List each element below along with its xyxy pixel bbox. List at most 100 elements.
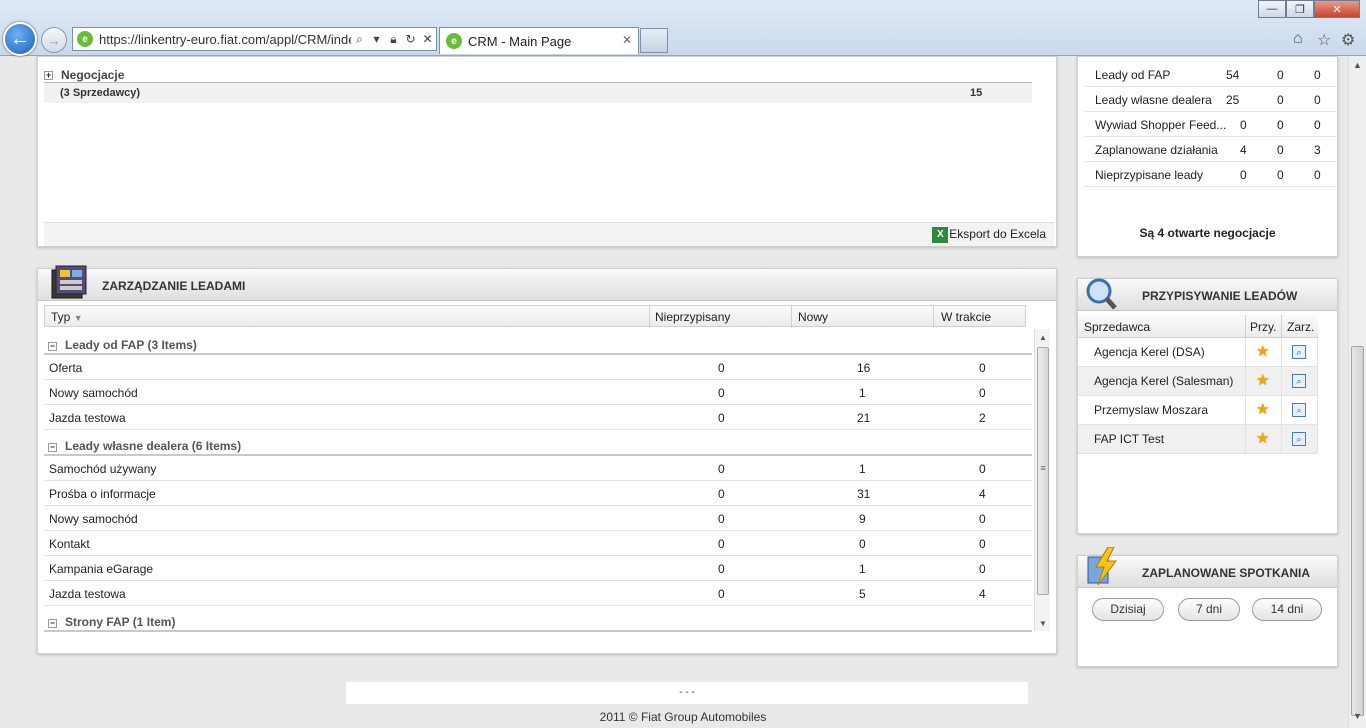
table-row[interactable]: Oferta 0 16 0 [44,355,1032,380]
leads-panel: ZARZĄDZANIE LEADAMI Typ ▼ Nieprzypisany … [37,265,1057,654]
collapse-icon[interactable]: − [48,443,57,452]
stat-row[interactable]: Wywiad Shopper Feed... 0 0 0 [1084,112,1336,137]
manage-search-icon[interactable]: ⌕ [1292,403,1306,417]
open-negotiations-text[interactable]: Są 4 otwarte negocjacje [1078,226,1337,240]
footer-separator: - - - [679,687,695,698]
seller-cell: FAP ICT Test [1078,425,1246,454]
manage-search-icon[interactable]: ⌕ [1292,374,1306,388]
stop-icon[interactable]: ✕ [419,32,436,46]
manage-cell[interactable]: ⌕ [1282,367,1318,396]
scroll-up-icon[interactable]: ▲ [1353,60,1362,70]
sort-arrow-icon: ▼ [73,313,83,323]
assign-cell[interactable]: ★ [1246,338,1282,367]
lightning-calendar-icon [1087,547,1117,586]
manage-cell[interactable]: ⌕ [1282,396,1318,425]
back-button[interactable]: ← [3,22,37,56]
manage-search-icon[interactable]: ⌕ [1292,432,1306,446]
export-bar: X Eksport do Excela [44,222,1054,246]
negotiations-panel: + Negocjacje (3 Sprzedawcy) 15 X Eksport … [37,56,1057,247]
leads-group-dealer[interactable]: − Leady własne dealera (6 Items) [44,436,1032,456]
col-assign[interactable]: Przy. [1250,320,1276,334]
leads-group-fap[interactable]: − Leady od FAP (3 Items) [44,335,1032,355]
assign-table-header: Sprzedawca Przy. Zarz. [1078,315,1318,338]
tab-crm-main[interactable]: e CRM - Main Page ✕ [439,27,639,54]
manage-cell[interactable]: ⌕ [1282,425,1318,454]
assign-star-icon[interactable]: ★ [1256,431,1270,447]
title-bar: — ❐ ✕ [0,0,1366,20]
assign-cell[interactable]: ★ [1246,367,1282,396]
arrow-right-icon: → [47,32,61,48]
page-scrollbar[interactable]: ▲ ▼ [1348,56,1366,728]
manage-search-icon[interactable]: ⌕ [1292,345,1306,359]
window-controls: — ❐ ✕ [1258,0,1360,18]
assign-star-icon[interactable]: ★ [1256,344,1270,360]
leads-table-scrollbar[interactable]: ▲ ≡ ▼ [1034,329,1050,631]
refresh-icon[interactable]: ↻ [402,32,419,46]
assign-cell[interactable]: ★ [1246,425,1282,454]
forward-button[interactable]: → [41,27,67,53]
scrollbar-thumb[interactable]: ≡ [1037,347,1049,595]
table-row[interactable]: Jazda testowa 0 21 2 [44,405,1032,430]
collapse-icon[interactable]: − [48,619,57,628]
col-unassigned[interactable]: Nieprzypisany [655,310,730,324]
meetings-panel: ZAPLANOWANE SPOTKANIA Dzisiaj 7 dni 14 d… [1077,547,1338,667]
col-in-progress[interactable]: W trakcie [941,310,991,324]
favorites-star-icon[interactable]: ☆ [1317,30,1331,50]
assign-star-icon[interactable]: ★ [1256,402,1270,418]
leads-group-fap-pages[interactable]: − Strony FAP (1 Item) [44,612,1032,632]
home-icon[interactable]: ⌂ [1293,30,1303,48]
new-tab-button[interactable] [640,28,668,53]
scrollbar-thumb[interactable] [1351,346,1364,716]
lock-icon[interactable]: 🔒︎ [385,32,402,47]
assign-star-icon[interactable]: ★ [1256,373,1270,389]
table-row[interactable]: Agencja Kerel (DSA) ★ ⌕ [1078,338,1318,367]
url-text[interactable]: https://linkentry-euro.fiat.com/appl/CRM… [99,32,351,47]
scroll-up-icon[interactable]: ▲ [1039,333,1047,342]
tab-title: CRM - Main Page [468,33,572,49]
table-row[interactable]: Nowy samochód 0 1 0 [44,380,1032,405]
gear-icon[interactable]: ⚙ [1341,30,1355,50]
negotiations-group-row[interactable]: + Negocjacje [44,68,124,82]
col-separator [649,306,650,328]
table-row[interactable]: FAP ICT Test ★ ⌕ [1078,425,1318,454]
address-bar[interactable]: e https://linkentry-euro.fiat.com/appl/C… [72,27,437,51]
table-row[interactable]: Samochód używany 0 1 0 [44,456,1032,481]
negotiations-subtotal-row: (3 Sprzedawcy) 15 [44,83,1032,103]
meetings-panel-title: ZAPLANOWANE SPOTKANIA [1142,566,1310,580]
stat-row[interactable]: Nieprzypisane leady 0 0 0 [1084,162,1336,187]
assign-panel-title: PRZYPISYWANIE LEADÓW [1142,289,1298,303]
maximize-button[interactable]: ❐ [1286,0,1314,18]
table-row[interactable]: Kontakt 0 0 0 [44,531,1032,556]
col-seller[interactable]: Sprzedawca [1084,320,1150,334]
14-days-button[interactable]: 14 dni [1252,598,1322,621]
stat-row[interactable]: Leady własne dealera 25 0 0 [1084,87,1336,112]
tab-close-icon[interactable]: ✕ [622,33,632,47]
subtotal-value: 15 [970,87,983,99]
col-new[interactable]: Nowy [798,310,828,324]
scroll-down-icon[interactable]: ▼ [1039,619,1047,628]
table-row[interactable]: Prośba o informacje 0 31 4 [44,481,1032,506]
stat-row[interactable]: Leady od FAP 54 0 0 [1084,62,1336,87]
collapse-icon[interactable]: − [48,342,57,351]
col-typ[interactable]: Typ ▼ [51,310,83,324]
table-row[interactable]: Kampania eGarage 0 1 0 [44,556,1032,581]
minimize-button[interactable]: — [1258,0,1286,18]
table-row[interactable]: Agencja Kerel (Salesman) ★ ⌕ [1078,367,1318,396]
search-icon[interactable]: ⌕ [351,32,368,47]
manage-cell[interactable]: ⌕ [1282,338,1318,367]
browser-chrome: — ❐ ✕ ← → e https://linkentry-euro.fiat.… [0,0,1366,56]
stat-row[interactable]: Zaplanowane działania 4 0 3 [1084,137,1336,162]
assign-cell[interactable]: ★ [1246,396,1282,425]
table-row[interactable]: Przemyslaw Moszara ★ ⌕ [1078,396,1318,425]
seller-cell: Agencja Kerel (DSA) [1078,338,1246,367]
expand-icon[interactable]: + [44,70,53,80]
table-row[interactable]: Jazda testowa 0 5 4 [44,581,1032,606]
close-window-button[interactable]: ✕ [1314,0,1360,18]
table-row[interactable]: Nowy samochód 0 9 0 [44,506,1032,531]
dropdown-icon[interactable]: ▾ [368,32,385,46]
today-button[interactable]: Dzisiaj [1092,598,1164,621]
col-manage[interactable]: Zarz. [1287,320,1314,334]
7-days-button[interactable]: 7 dni [1178,598,1240,621]
meetings-panel-header: ZAPLANOWANE SPOTKANIA [1078,547,1337,588]
export-excel-link[interactable]: X Eksport do Excela [932,227,1046,243]
